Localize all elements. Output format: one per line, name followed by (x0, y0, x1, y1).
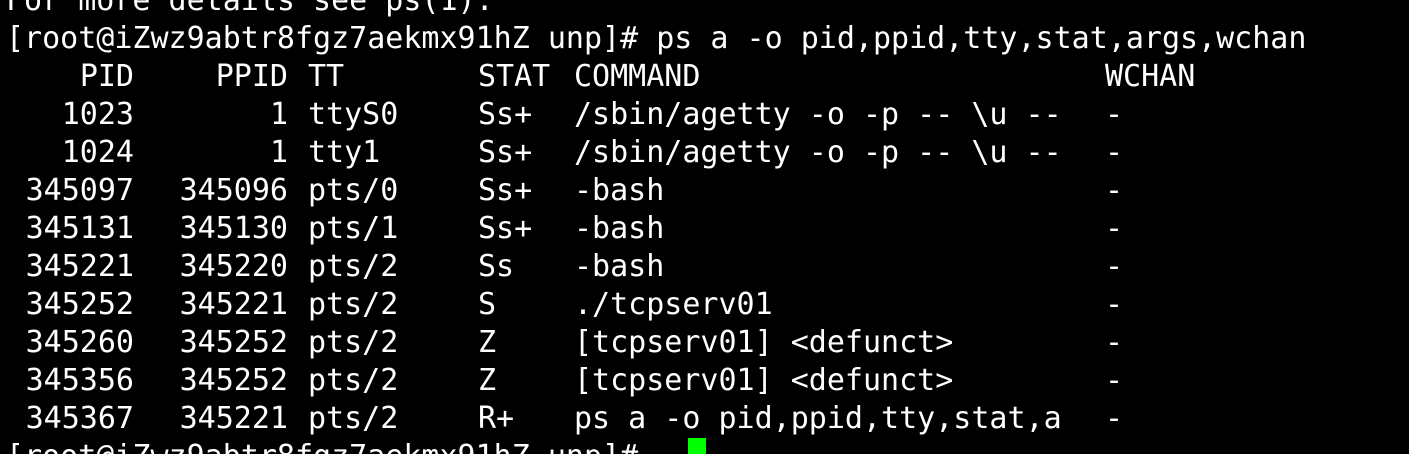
command-line: [root@iZwz9abtr8fgz7aekmx91hZ unp]# ps a… (0, 20, 1409, 58)
process-ppid: 345221 (179, 401, 288, 436)
process-wchan: - (1105, 211, 1124, 246)
process-row: 345260 345252 pts/2 Z [tcpserv01] <defunct> - (0, 324, 1409, 362)
header-tt: TT (308, 59, 345, 94)
process-command: [tcpserv01] <defunct> (574, 363, 954, 398)
process-ppid: 345252 (179, 325, 288, 360)
process-pid: 345252 (25, 287, 134, 322)
process-wchan: - (1105, 287, 1124, 322)
process-ppid: 345252 (179, 363, 288, 398)
process-tt: pts/1 (308, 211, 399, 246)
process-ppid: 345220 (179, 249, 288, 284)
process-pid: 345131 (25, 211, 134, 246)
process-command: [tcpserv01] <defunct> (574, 325, 954, 360)
process-row: 345252 345221 pts/2 S ./tcpserv01 - (0, 286, 1409, 324)
process-pid: 345356 (25, 363, 134, 398)
process-tt: pts/2 (308, 363, 399, 398)
process-row: 1023 1 ttyS0 Ss+ /sbin/agetty -o -p -- \u --… (0, 96, 1409, 134)
terminal-window[interactable]: For more details see ps(1). [root@iZwz9a… (0, 0, 1409, 454)
process-row: 345367 345221 pts/2 R+ ps a -o pid,ppid,tty,… (0, 400, 1409, 438)
process-ppid: 345221 (179, 287, 288, 322)
process-tt: pts/2 (308, 401, 399, 436)
process-ppid: 345130 (179, 211, 288, 246)
process-tt: pts/2 (308, 287, 399, 322)
process-row: 345356 345252 pts/2 Z [tcpserv01] <defunct> - (0, 362, 1409, 400)
process-pid: 1023 (61, 97, 134, 132)
process-stat: S (478, 287, 497, 322)
header-pid: PID (79, 59, 134, 94)
process-tt: ttyS0 (308, 97, 399, 132)
process-tt: pts/2 (308, 325, 399, 360)
process-command: -bash (574, 173, 665, 208)
previous-output-text: For more details see ps(1). (6, 0, 494, 18)
previous-output-line: For more details see ps(1). (0, 0, 1409, 20)
process-command: ./tcpserv01 (574, 287, 773, 322)
process-stat: Ss+ (478, 173, 533, 208)
process-pid: 345260 (25, 325, 134, 360)
header-command: COMMAND (574, 59, 701, 94)
process-command: ps a -o pid,ppid,tty,stat,a (574, 401, 1062, 436)
process-wchan: - (1105, 325, 1124, 360)
process-stat: Ss+ (478, 97, 533, 132)
process-wchan: - (1105, 97, 1124, 132)
process-wchan: - (1105, 249, 1124, 284)
process-wchan: - (1105, 135, 1124, 170)
process-stat: Ss+ (478, 135, 533, 170)
ps-header-row: PID PPID TT STAT COMMAND WCHAN (0, 58, 1409, 96)
process-stat: R+ (478, 401, 515, 436)
current-prompt-line[interactable]: [root@iZwz9abtr8fgz7aekmx91hZ unp]# (0, 438, 1409, 454)
process-command: -bash (574, 211, 665, 246)
process-stat: Ss+ (478, 211, 533, 246)
process-tt: pts/2 (308, 249, 399, 284)
text-cursor (688, 438, 706, 454)
process-ppid: 1 (269, 135, 288, 170)
process-tt: pts/0 (308, 173, 399, 208)
process-ppid: 1 (269, 97, 288, 132)
process-pid: 345221 (25, 249, 134, 284)
process-row: 345221 345220 pts/2 Ss -bash - (0, 248, 1409, 286)
process-pid: 1024 (61, 135, 134, 170)
process-pid: 345097 (25, 173, 134, 208)
process-stat: Z (478, 363, 497, 398)
process-tt: tty1 (308, 135, 381, 170)
process-wchan: - (1105, 363, 1124, 398)
process-wchan: - (1105, 173, 1124, 208)
process-row: 345097 345096 pts/0 Ss+ -bash - (0, 172, 1409, 210)
process-row: 345131 345130 pts/1 Ss+ -bash - (0, 210, 1409, 248)
process-wchan: - (1105, 401, 1124, 436)
command-text: [root@iZwz9abtr8fgz7aekmx91hZ unp]# ps a… (6, 21, 1307, 56)
header-stat: STAT (478, 59, 551, 94)
process-stat: Ss (478, 249, 515, 284)
process-command: /sbin/agetty -o -p -- \u -- (574, 135, 1062, 170)
process-pid: 345367 (25, 401, 134, 436)
header-ppid: PPID (215, 59, 288, 94)
process-row: 1024 1 tty1 Ss+ /sbin/agetty -o -p -- \u -- - (0, 134, 1409, 172)
process-ppid: 345096 (179, 173, 288, 208)
prompt-text: [root@iZwz9abtr8fgz7aekmx91hZ unp]# (6, 438, 656, 454)
process-command: -bash (574, 249, 665, 284)
process-stat: Z (478, 325, 497, 360)
ps-rows: 1023 1 ttyS0 Ss+ /sbin/agetty -o -p -- \u --… (0, 96, 1409, 438)
process-command: /sbin/agetty -o -p -- \u -- (574, 97, 1062, 132)
header-wchan: WCHAN (1105, 59, 1196, 94)
